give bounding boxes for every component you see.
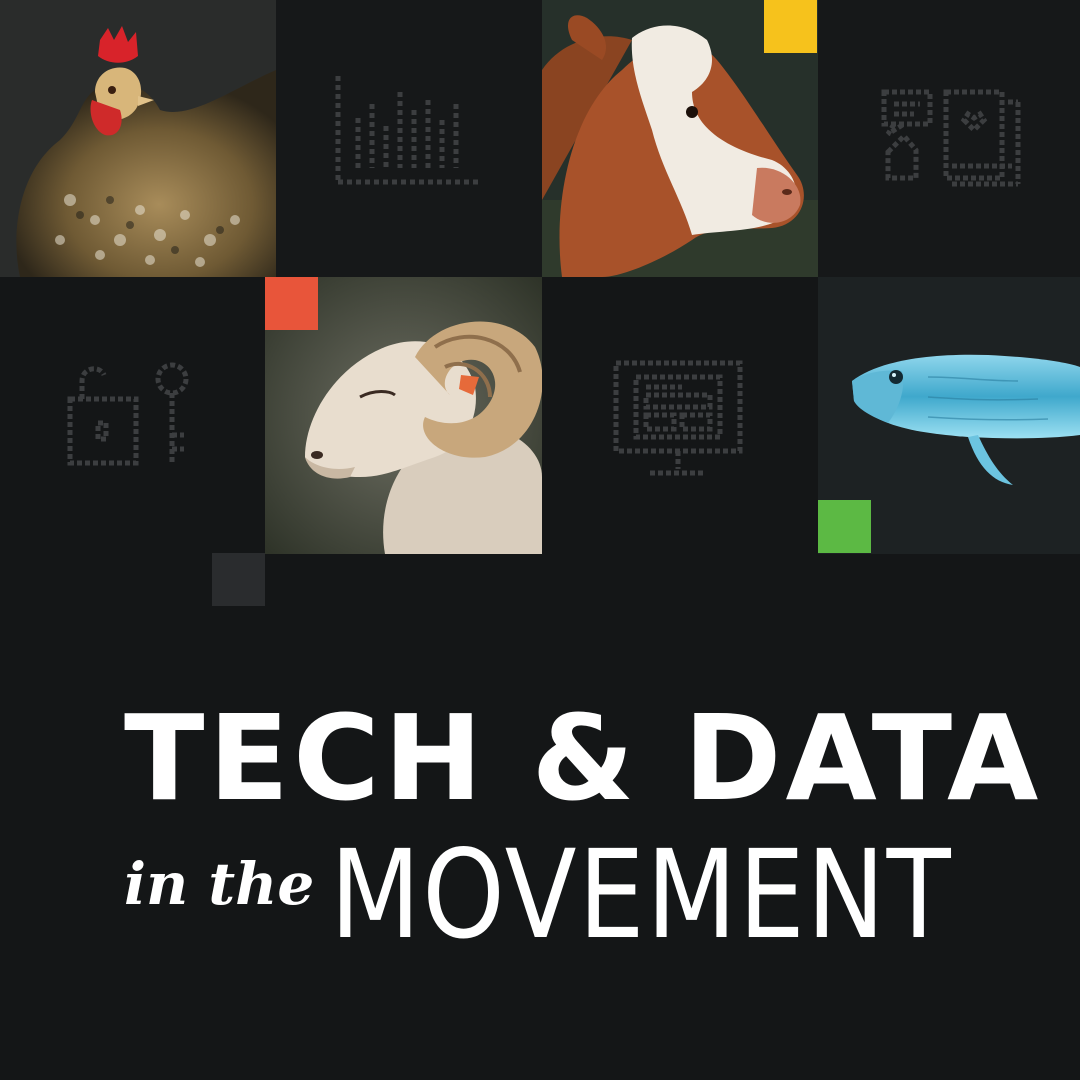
title-block: TECH & DATA in the MOVEMENT <box>108 690 1038 980</box>
title-line-2-prefix: in the <box>124 850 315 918</box>
green-accent-square <box>818 500 871 553</box>
title-line-1: TECH & DATA <box>124 689 1043 827</box>
bar-chart-icon <box>276 0 552 277</box>
lock-key-icon <box>0 277 265 554</box>
poster: TECH & DATA in the MOVEMENT <box>0 0 1080 1080</box>
yellow-accent-square <box>764 0 817 53</box>
title-line-2-main: MOVEMENT <box>330 824 953 966</box>
chicken-photo <box>0 0 276 277</box>
monitor-icon <box>542 277 818 554</box>
chat-heart-book-icon <box>818 0 1080 277</box>
gray-accent-square <box>212 553 265 606</box>
orange-accent-square <box>265 277 318 330</box>
